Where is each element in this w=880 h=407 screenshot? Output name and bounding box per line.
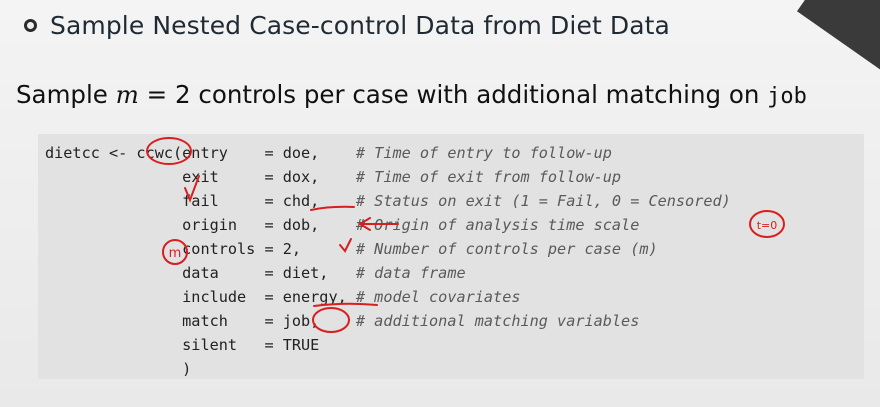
code-line-10: ) [45,360,192,378]
code-line-8: match = job, # additional matching varia… [45,312,640,330]
subtitle-mid: = 2 controls per case with additional ma… [138,80,768,109]
code-line-1: dietcc <- ccwc(entry = doe, # Time of en… [45,144,612,162]
code-comment: # Number of controls per case (m) [355,240,658,258]
code-line-2: exit = dox, # Time of exit from follow-u… [45,168,622,186]
subtitle-code: job [767,84,807,109]
code-comment: # data frame [355,264,466,282]
code-listing: dietcc <- ccwc(entry = doe, # Time of en… [45,141,731,381]
code-line-3: fail = chd, # Status on exit (1 = Fail, … [45,192,731,210]
code-comment: # Origin of analysis time scale [355,216,640,234]
slide-corner-decoration [797,0,880,75]
code-block: dietcc <- ccwc(entry = doe, # Time of en… [38,134,864,379]
code-line-5: controls = 2, # Number of controls per c… [45,240,658,258]
code-comment: # Time of entry to follow-up [355,144,612,162]
slide-header: Sample Nested Case-control Data from Die… [24,8,670,42]
slide-subtitle: Sample m = 2 controls per case with addi… [16,80,807,109]
subtitle-var: m [115,80,139,109]
code-comment: # Time of exit from follow-up [355,168,622,186]
code-comment: # additional matching variables [355,312,640,330]
code-line-9: silent = TRUE [45,336,320,354]
code-line-7: include = energy, # model covariates [45,288,521,306]
subtitle-prefix: Sample [16,80,116,109]
code-comment: # Status on exit (1 = Fail, 0 = Censored… [355,192,731,210]
code-line-6: data = diet, # data frame [45,264,466,282]
bullet-icon [24,18,37,32]
slide-title: Sample Nested Case-control Data from Die… [50,10,670,40]
code-line-4: origin = dob, # Origin of analysis time … [45,216,640,234]
code-comment: # model covariates [355,288,521,306]
